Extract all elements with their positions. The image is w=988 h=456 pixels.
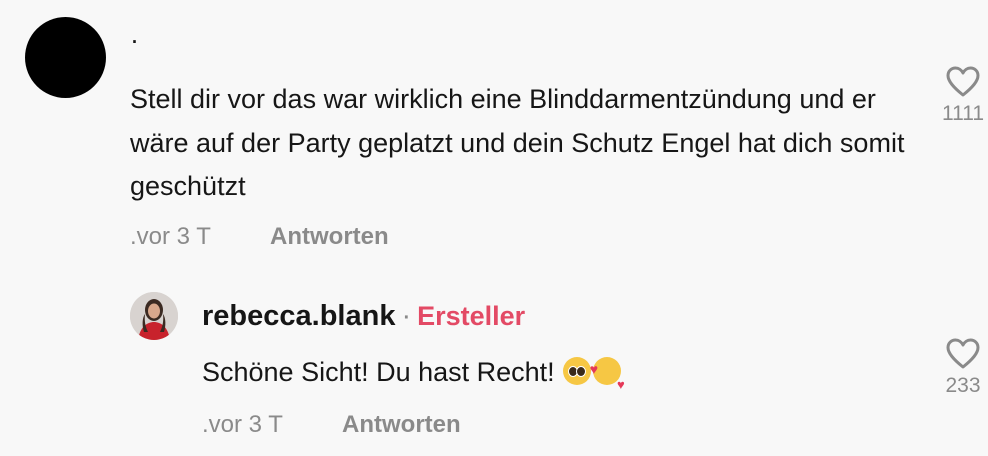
like-button[interactable]: 1111 (931, 66, 988, 127)
creator-badge: Ersteller (417, 301, 526, 331)
heart-icon (946, 338, 980, 369)
reply-avatar[interactable] (130, 292, 178, 340)
pleading-face-icon (562, 357, 591, 385)
reply-timestamp: .vor 3 T (202, 411, 283, 438)
like-count: 1111 (941, 102, 985, 125)
reply-text: Schöne Sicht! Du hast Recht! (202, 357, 555, 387)
reply-text-row: Schöne Sicht! Du hast Recht! (202, 351, 625, 403)
reply-reply-button[interactable]: Antworten (342, 409, 461, 441)
reply-like-button[interactable]: 233 (931, 338, 988, 399)
comment-username[interactable]: · (130, 20, 139, 60)
comment-text: Stell dir vor das war wirklich eine Blin… (130, 84, 905, 201)
comment-thread: · Stell dir vor das war wirklich eine Bl… (0, 0, 988, 456)
avatar[interactable] (25, 17, 106, 98)
comment-timestamp: .vor 3 T (130, 223, 211, 250)
reply-username[interactable]: rebecca.blank (202, 300, 395, 332)
like-count: 233 (945, 374, 981, 397)
separator-dot: · (401, 300, 412, 332)
smiling-face-with-hearts-icon (590, 351, 625, 403)
reply-button[interactable]: Antworten (270, 221, 389, 253)
profile-photo (130, 292, 178, 340)
heart-icon (946, 66, 980, 97)
reply-header: rebecca.blank · Ersteller (202, 297, 525, 335)
